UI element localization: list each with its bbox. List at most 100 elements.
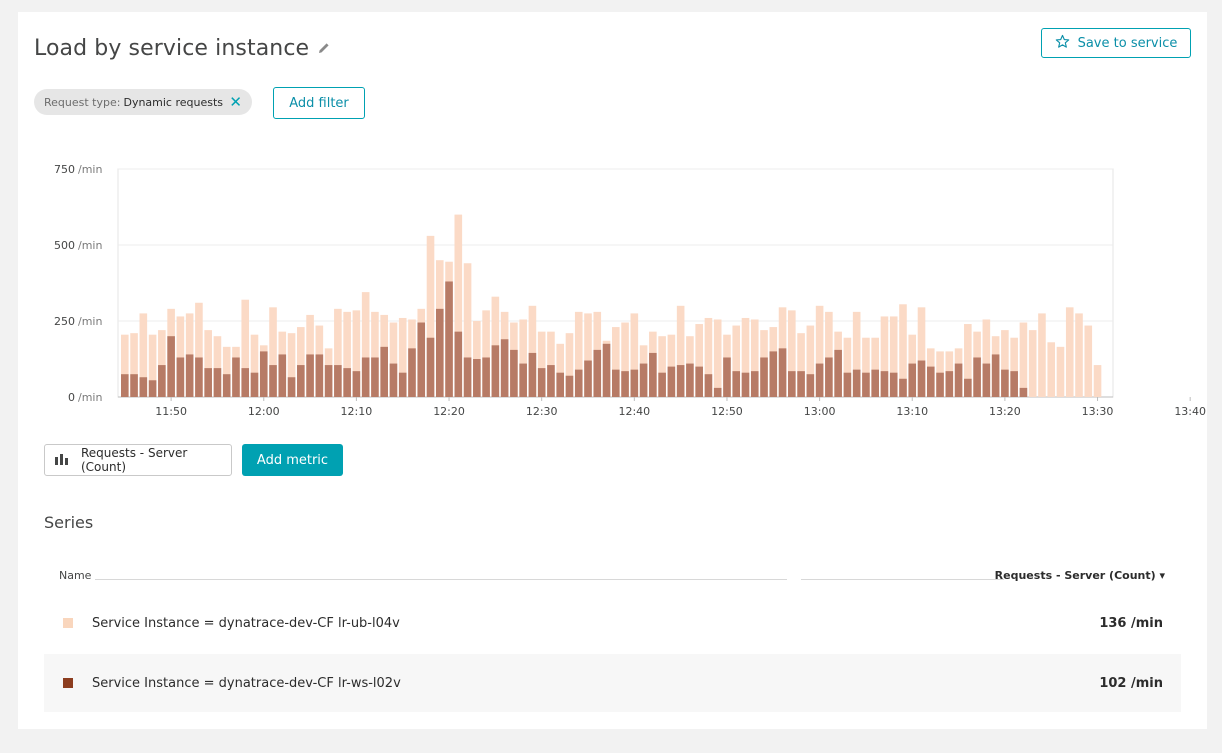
x-tick-label: 12:50 bbox=[711, 405, 743, 418]
bar-series-2 bbox=[445, 281, 453, 397]
bar-series-1 bbox=[1047, 342, 1056, 397]
bar-series-2 bbox=[176, 357, 185, 397]
bar-series-2 bbox=[713, 387, 722, 397]
bar-series-2 bbox=[778, 348, 787, 397]
bar-series-2 bbox=[852, 369, 861, 397]
bar-series-2 bbox=[825, 357, 833, 397]
bar-series-2 bbox=[926, 366, 935, 397]
metric-label: Requests - Server (Count) bbox=[81, 446, 188, 474]
bar-series-2 bbox=[510, 349, 518, 397]
bar-series-2 bbox=[593, 349, 602, 397]
bar-series-2 bbox=[862, 372, 870, 397]
bar-series-2 bbox=[250, 372, 259, 397]
y-tick-unit: /min bbox=[78, 391, 102, 404]
bar-series-2 bbox=[982, 363, 991, 397]
bar-series-2 bbox=[602, 343, 611, 397]
bar-series-2 bbox=[417, 322, 426, 397]
bar-series-1 bbox=[1065, 307, 1074, 397]
bar-series-2 bbox=[306, 354, 314, 397]
bar-series-2 bbox=[167, 336, 175, 397]
bar-series-2 bbox=[797, 371, 805, 397]
bar-series-2 bbox=[482, 357, 490, 397]
bar-series-2 bbox=[528, 352, 537, 397]
bar-series-2 bbox=[806, 374, 815, 397]
bar-series-2 bbox=[380, 346, 388, 397]
x-tick-label: 13:30 bbox=[1082, 405, 1114, 418]
bar-series-2 bbox=[723, 357, 731, 397]
bar-series-2 bbox=[899, 378, 907, 397]
column-header-name[interactable]: Name bbox=[59, 569, 91, 582]
bar-series-1 bbox=[1075, 313, 1083, 397]
bar-series-1 bbox=[1038, 313, 1046, 397]
bar-series-2 bbox=[639, 363, 648, 397]
bar-series-2 bbox=[584, 360, 592, 397]
y-tick-label: 750 bbox=[54, 163, 75, 176]
column-header-metric-sort[interactable]: Requests - Server (Count) ▾ bbox=[995, 569, 1165, 582]
bar-series-2 bbox=[547, 365, 555, 397]
add-metric-button[interactable]: Add metric bbox=[242, 444, 343, 476]
y-tick-unit: /min bbox=[78, 163, 102, 176]
bar-series-2 bbox=[843, 372, 852, 397]
bar-series-2 bbox=[815, 363, 824, 397]
series-row[interactable]: Service Instance = dynatrace-dev-CF lr-w… bbox=[44, 654, 1181, 712]
bar-series-2 bbox=[463, 357, 472, 397]
bar-series-2 bbox=[500, 339, 509, 397]
bar-series-2 bbox=[398, 372, 407, 397]
series-row[interactable]: Service Instance = dynatrace-dev-CF lr-u… bbox=[44, 594, 1181, 652]
series-value: 136 /min bbox=[1099, 615, 1163, 631]
x-tick-label: 12:20 bbox=[433, 405, 465, 418]
bar-series-2 bbox=[750, 371, 759, 397]
bar-series-2 bbox=[556, 372, 565, 397]
bar-chart-icon bbox=[55, 453, 69, 468]
series-color-swatch bbox=[63, 618, 73, 628]
bar-series-2 bbox=[435, 308, 444, 397]
bar-series-2 bbox=[334, 365, 342, 397]
bar-series-2 bbox=[259, 351, 268, 397]
bar-series-2 bbox=[361, 357, 370, 397]
bar-series-2 bbox=[158, 365, 166, 397]
bar-series-2 bbox=[612, 369, 620, 397]
x-tick-label: 13:00 bbox=[804, 405, 836, 418]
series-name: Service Instance = dynatrace-dev-CF lr-w… bbox=[92, 675, 401, 691]
bar-series-2 bbox=[241, 368, 250, 397]
bar-series-2 bbox=[204, 368, 212, 397]
bar-series-1 bbox=[1028, 330, 1037, 397]
x-tick-label: 13:20 bbox=[989, 405, 1021, 418]
bar-series-2 bbox=[945, 371, 954, 397]
bar-series-2 bbox=[195, 357, 203, 397]
header-divider bbox=[95, 579, 787, 580]
bar-series-2 bbox=[954, 363, 963, 397]
header-divider bbox=[801, 579, 1004, 580]
bar-series-2 bbox=[130, 374, 138, 397]
bar-series-2 bbox=[352, 371, 361, 397]
y-tick-label: 0 bbox=[68, 391, 75, 404]
bar-series-1 bbox=[713, 319, 722, 397]
x-tick-label: 12:40 bbox=[618, 405, 650, 418]
bar-series-2 bbox=[908, 363, 917, 397]
bar-series-2 bbox=[964, 378, 972, 397]
y-tick-label: 250 bbox=[54, 315, 75, 328]
bar-series-2 bbox=[389, 363, 398, 397]
bar-series-1 bbox=[1019, 322, 1028, 397]
bar-series-2 bbox=[658, 372, 666, 397]
bar-series-2 bbox=[565, 375, 574, 397]
x-tick-label: 12:30 bbox=[526, 405, 558, 418]
bar-series-2 bbox=[1019, 387, 1028, 397]
bar-series-2 bbox=[760, 357, 768, 397]
bar-series-1 bbox=[1093, 365, 1102, 397]
bar-series-2 bbox=[769, 351, 778, 397]
bar-series-2 bbox=[704, 374, 713, 397]
metric-selector-button[interactable]: Requests - Server (Count) bbox=[44, 444, 232, 476]
bar-series-2 bbox=[973, 357, 981, 397]
bar-series-2 bbox=[371, 357, 379, 397]
chart-svg[interactable]: 750/min500/min250/min0/min11:50 12:00 12:1… bbox=[18, 12, 1207, 432]
bar-series-2 bbox=[936, 372, 944, 397]
x-tick-label: 13:40 bbox=[1174, 405, 1206, 418]
bar-series-2 bbox=[630, 369, 639, 397]
y-tick-label: 500 bbox=[54, 239, 75, 252]
bar-series-2 bbox=[408, 348, 416, 397]
bar-series-2 bbox=[788, 371, 796, 397]
series-color-swatch bbox=[63, 678, 73, 688]
bar-series-2 bbox=[667, 366, 676, 397]
bar-series-2 bbox=[121, 374, 129, 397]
